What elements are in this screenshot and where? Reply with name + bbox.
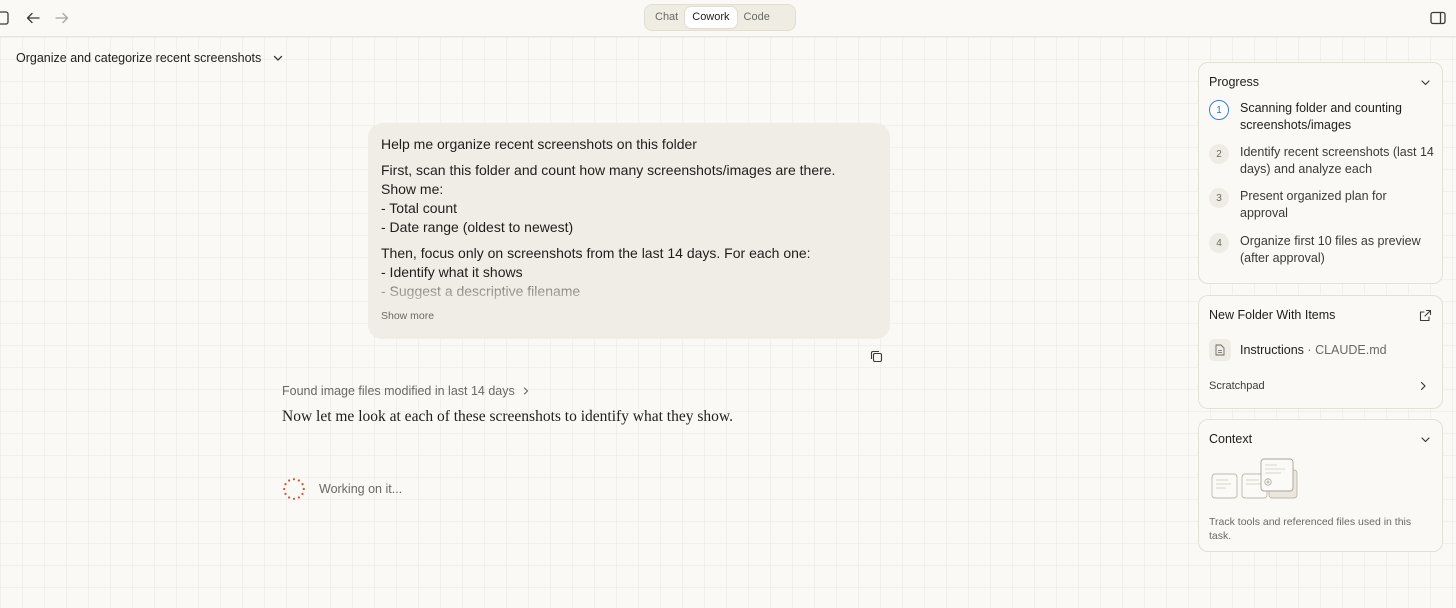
message-line: - Date range (oldest to newest) [381,219,574,235]
task-title-dropdown[interactable]: Organize and categorize recent screensho… [16,49,285,67]
chevron-down-icon [1421,436,1430,442]
context-illustration-icon [1211,458,1298,499]
mode-switch: Chat Cowork Code [644,4,796,31]
file-icon [1209,339,1231,361]
step-text: Scanning folder and counting screenshots… [1240,101,1402,132]
working-label: Working on it... [319,482,403,496]
progress-step: 1 Scanning folder and counting screensho… [1209,100,1434,134]
scratchpad-link[interactable]: Scratchpad [1209,378,1428,394]
chevron-right-icon [1420,381,1426,391]
top-bar: Chat Cowork Code [0,0,1456,37]
tab-cowork[interactable]: Cowork [685,7,737,28]
spinner-icon [283,478,305,500]
tool-summary-toggle[interactable]: Found image files modified in last 14 da… [282,382,531,400]
file-separator: · [1307,343,1312,357]
assistant-message: Now let me look at each of these screens… [282,408,733,425]
progress-header[interactable]: Progress [1209,73,1432,91]
file-label: Instructions [1240,343,1304,357]
chevron-down-icon [274,55,283,61]
progress-step: 3 Present organized plan for approval [1209,188,1434,222]
folder-title: New Folder With Items [1209,308,1336,322]
context-description: Track tools and referenced files used in… [1209,516,1412,542]
progress-step: 4 Organize first 10 files as preview (af… [1209,233,1434,267]
progress-title: Progress [1209,75,1260,89]
message-fade: - Identify what it shows - Suggest a des… [381,263,877,323]
file-item[interactable]: Instructions · CLAUDE.md [1209,338,1387,362]
step-text: Identify recent screenshots (last 14 day… [1240,145,1434,176]
scratchpad-label: Scratchpad [1209,380,1265,392]
message-line: - Identify what it shows [381,264,523,280]
context-panel: Context Track tools and referenced files… [1198,419,1443,552]
tab-chat[interactable]: Chat [648,7,685,28]
progress-panel: Progress 1 Scanning folder and counting … [1198,62,1443,284]
working-status: Working on it... [282,477,402,501]
message-line: Show me: [381,181,444,197]
chevron-down-icon [1421,79,1430,85]
arrow-left-icon[interactable] [24,9,42,27]
sidebar-toggle-icon[interactable] [0,9,10,27]
tab-code[interactable]: Code [737,7,777,28]
message-line: Then, focus only on screenshots from the… [381,245,811,261]
step-number: 1 [1209,100,1229,120]
progress-step: 2 Identify recent screenshots (last 14 d… [1209,144,1434,178]
step-text: Present organized plan for approval [1240,189,1387,220]
show-more-button[interactable]: Show more [381,307,434,326]
message-line: - Suggest a descriptive filename [381,283,581,299]
user-message-title: Help me organize recent screenshots on t… [381,136,697,152]
message-line: First, scan this folder and count how ma… [381,162,836,178]
copy-icon[interactable] [869,349,884,364]
tool-summary: Found image files modified in last 14 da… [282,384,515,398]
folder-panel: New Folder With Items Instructions · CLA… [1198,295,1443,409]
message-line: - Total count [381,200,458,216]
external-link-icon[interactable] [1419,309,1432,322]
task-title: Organize and categorize recent screensho… [16,51,262,65]
context-header[interactable]: Context [1209,430,1432,448]
arrow-right-icon[interactable] [53,9,71,27]
chevron-right-icon [523,387,528,395]
user-message-para2: Then, focus only on screenshots from the… [381,244,877,323]
step-number: 3 [1209,188,1229,208]
folder-header: New Folder With Items [1209,306,1432,324]
file-name: CLAUDE.md [1315,343,1387,357]
step-text: Organize first 10 files as preview (afte… [1240,234,1421,265]
user-message-para1: First, scan this folder and count how ma… [381,161,877,237]
step-number: 2 [1209,144,1229,164]
context-title: Context [1209,432,1253,446]
user-message: Help me organize recent screenshots on t… [368,123,890,339]
step-number: 4 [1209,233,1229,253]
panel-toggle-icon[interactable] [1429,9,1447,27]
